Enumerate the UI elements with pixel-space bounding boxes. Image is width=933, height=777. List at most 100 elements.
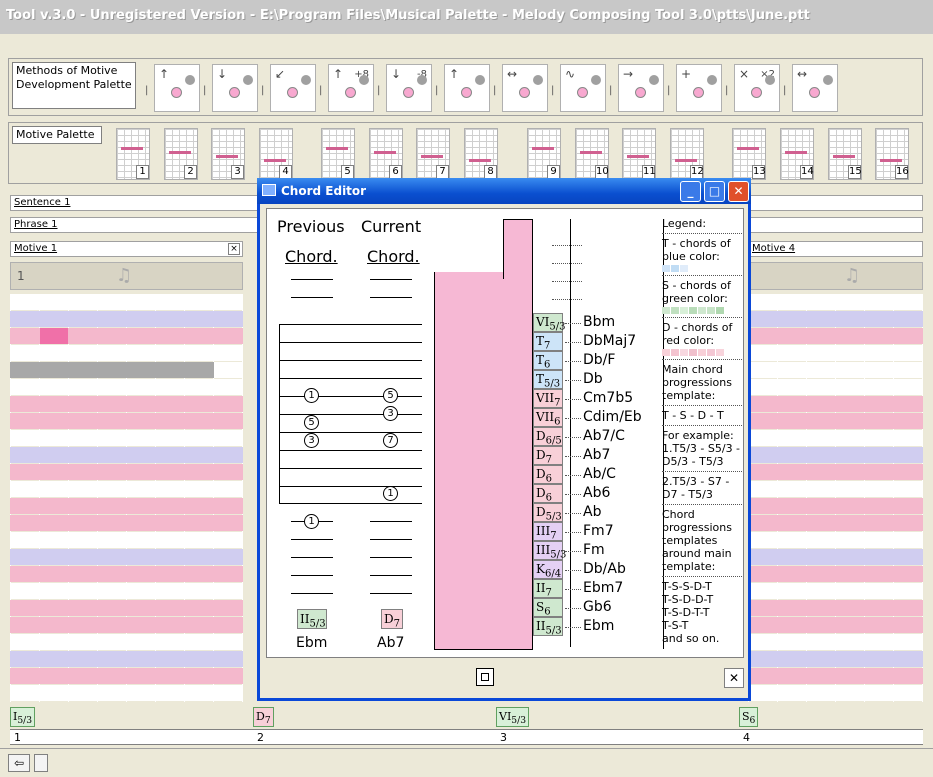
piano-roll-row[interactable] (10, 532, 243, 548)
current-note-circle[interactable]: 7 (383, 433, 398, 448)
piano-roll-row[interactable] (748, 362, 923, 378)
motive-method-button[interactable]: | → (609, 64, 664, 112)
piano-roll-row[interactable] (10, 498, 243, 514)
motive-bar-right[interactable]: Motive 4 (748, 241, 923, 257)
previous-note-circle[interactable]: 5 (304, 415, 319, 430)
motive-tile[interactable]: 16 (875, 128, 909, 180)
piano-roll-row[interactable] (10, 379, 243, 395)
minimize-icon[interactable]: _ (680, 181, 701, 202)
piano-roll-row[interactable] (748, 413, 923, 429)
piano-roll-row[interactable] (10, 651, 243, 667)
previous-note-circle[interactable]: 3 (304, 433, 319, 448)
piano-roll-row[interactable] (748, 634, 923, 650)
previous-note-circle[interactable]: 1 (304, 388, 319, 403)
motive-tile[interactable]: 11 (622, 128, 656, 180)
note-block-selected[interactable] (40, 328, 68, 344)
motive-tile[interactable]: 13 (732, 128, 766, 180)
motive-tile[interactable]: 4 (259, 128, 293, 180)
close-icon[interactable]: × (228, 243, 240, 255)
piano-roll-row[interactable] (10, 464, 243, 480)
piano-roll-row[interactable] (10, 396, 243, 412)
piano-roll-row[interactable] (748, 464, 923, 480)
motive-tile[interactable]: 2 (164, 128, 198, 180)
piano-roll-row[interactable] (10, 447, 243, 463)
motive-tile[interactable]: 9 (527, 128, 561, 180)
piano-roll-row[interactable] (748, 617, 923, 633)
piano-roll-row[interactable] (748, 430, 923, 446)
back-arrow-icon[interactable]: ⇦ (8, 754, 30, 772)
chord-range-column[interactable] (434, 272, 533, 650)
ok-checkbox-button[interactable] (476, 668, 494, 686)
motive-method-button[interactable]: |↑+8 (319, 64, 374, 112)
motive-method-button[interactable]: | ↙ (261, 64, 316, 112)
piano-roll-row[interactable] (748, 328, 923, 344)
timeline-chord-chip[interactable]: I5/3 (10, 707, 36, 727)
piano-roll-row[interactable] (10, 583, 243, 599)
motive-tile[interactable]: 8 (464, 128, 498, 180)
current-note-circle[interactable]: 3 (383, 406, 398, 421)
piano-roll-row[interactable] (10, 311, 243, 327)
piano-roll-row[interactable] (748, 345, 923, 361)
note-block[interactable] (10, 362, 214, 378)
motive-tile[interactable]: 1 (116, 128, 150, 180)
piano-roll-row[interactable] (10, 481, 243, 497)
motive-tile[interactable]: 7 (416, 128, 450, 180)
piano-roll-row[interactable] (748, 532, 923, 548)
piano-roll-right[interactable] (748, 294, 923, 702)
piano-roll-row[interactable] (10, 617, 243, 633)
piano-roll-row[interactable] (748, 481, 923, 497)
piano-roll-row[interactable] (748, 379, 923, 395)
piano-roll-row[interactable] (10, 515, 243, 531)
piano-roll-row[interactable] (748, 668, 923, 684)
piano-roll-row[interactable] (748, 515, 923, 531)
motive-method-button[interactable]: | ↑ (145, 64, 200, 112)
piano-roll-row[interactable] (748, 396, 923, 412)
motive-method-button[interactable]: | ↑ (435, 64, 490, 112)
piano-roll-row[interactable] (748, 498, 923, 514)
blank-button[interactable] (34, 754, 48, 772)
piano-roll-row[interactable] (748, 583, 923, 599)
piano-roll-row[interactable] (748, 566, 923, 582)
piano-roll-row[interactable] (748, 651, 923, 667)
piano-roll-row[interactable] (748, 685, 923, 701)
motive-method-button[interactable]: | ↓ (203, 64, 258, 112)
piano-roll-row[interactable] (10, 668, 243, 684)
piano-roll-row[interactable] (748, 447, 923, 463)
piano-roll-row[interactable] (10, 685, 243, 701)
previous-note-circle[interactable]: 1 (304, 514, 319, 529)
piano-roll-row[interactable] (10, 634, 243, 650)
motive-tile[interactable]: 10 (575, 128, 609, 180)
maximize-icon[interactable]: □ (704, 181, 725, 202)
piano-roll-row[interactable] (10, 430, 243, 446)
piano-roll-row[interactable] (10, 566, 243, 582)
close-icon[interactable]: ✕ (728, 181, 749, 202)
piano-roll-row[interactable] (10, 345, 243, 361)
dialog-cancel-icon[interactable]: ✕ (724, 668, 744, 688)
timeline-chord-chip[interactable]: D7 (253, 707, 274, 727)
piano-roll-left[interactable] (10, 294, 243, 702)
motive-tile[interactable]: 5 (321, 128, 355, 180)
motive-bar-left[interactable]: Motive 1 × (10, 241, 243, 257)
dialog-titlebar[interactable]: Chord Editor _ □ ✕ (257, 178, 751, 204)
motive-tile[interactable]: 15 (828, 128, 862, 180)
chord-range-column-top[interactable] (503, 219, 533, 279)
piano-roll-row[interactable] (748, 311, 923, 327)
motive-tile[interactable]: 3 (211, 128, 245, 180)
piano-roll-row[interactable] (748, 549, 923, 565)
piano-roll-row[interactable] (10, 600, 243, 616)
piano-roll-row[interactable] (748, 294, 923, 310)
current-note-circle[interactable]: 1 (383, 486, 398, 501)
motive-method-button[interactable]: | ↔ (493, 64, 548, 112)
motive-method-button[interactable]: |××2 (725, 64, 780, 112)
motive-tile[interactable]: 6 (369, 128, 403, 180)
timeline-chord-chip[interactable]: VI5/3 (496, 707, 530, 727)
motive-method-button[interactable]: | + (667, 64, 722, 112)
timeline-chord-chip[interactable]: S6 (739, 707, 759, 727)
motive-method-button[interactable]: | ↔ (783, 64, 838, 112)
piano-roll-row[interactable] (748, 600, 923, 616)
piano-roll-row[interactable] (10, 413, 243, 429)
motive-tile[interactable]: 14 (780, 128, 814, 180)
motive-method-button[interactable]: |↓-8 (377, 64, 432, 112)
motive-method-button[interactable]: | ∿ (551, 64, 606, 112)
motive-tile[interactable]: 12 (670, 128, 704, 180)
